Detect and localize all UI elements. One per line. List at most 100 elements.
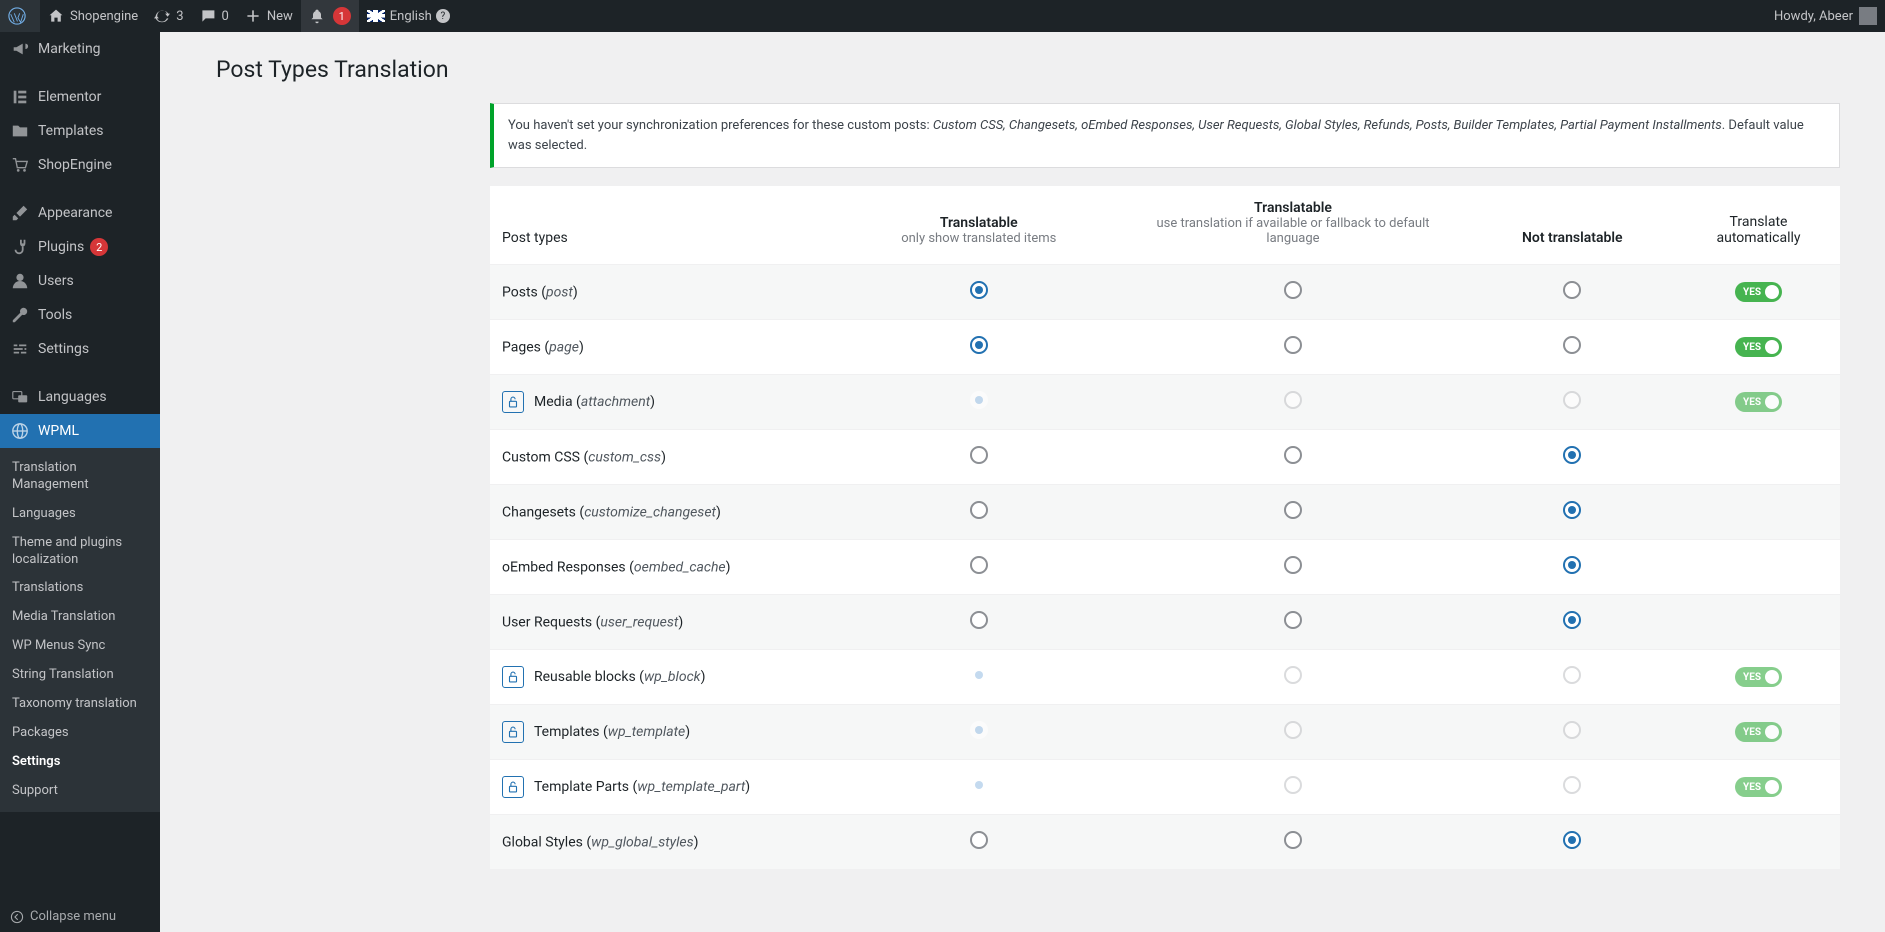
th-post-types: Post types xyxy=(502,230,568,246)
radio-option-1[interactable] xyxy=(1284,831,1302,849)
translate-auto-toggle: YES xyxy=(1735,722,1782,742)
th-col4-l1: Translate xyxy=(1730,214,1788,230)
table-row: Pages (page) YES xyxy=(490,320,1840,375)
updates-count: 3 xyxy=(176,9,183,24)
wp-logo[interactable] xyxy=(0,0,40,32)
th-col1-l1: Translatable xyxy=(849,215,1108,231)
submenu-item-wp-menus-sync[interactable]: WP Menus Sync xyxy=(0,632,160,661)
notif-badge: 1 xyxy=(333,7,351,25)
radio-option-2[interactable] xyxy=(1563,501,1581,519)
new-label: New xyxy=(267,9,293,24)
radio-option-0 xyxy=(970,776,988,794)
lock-icon xyxy=(502,391,524,413)
radio-option-0[interactable] xyxy=(970,831,988,849)
radio-option-1[interactable] xyxy=(1284,446,1302,464)
table-row: oEmbed Responses (oembed_cache) xyxy=(490,540,1840,595)
site-name-label: Shopengine xyxy=(70,9,138,24)
radio-option-2[interactable] xyxy=(1563,611,1581,629)
sidebar-item-wpml[interactable]: WPML xyxy=(0,414,160,448)
submenu-item-support[interactable]: Support xyxy=(0,777,160,806)
radio-option-2[interactable] xyxy=(1563,446,1581,464)
radio-option-1 xyxy=(1284,721,1302,739)
submenu-item-settings[interactable]: Settings xyxy=(0,748,160,777)
toggle-label: YES xyxy=(1743,727,1761,738)
radio-option-1 xyxy=(1284,391,1302,409)
sidebar-item-label: ShopEngine xyxy=(38,157,112,173)
radio-option-0[interactable] xyxy=(970,611,988,629)
sidebar-item-label: Settings xyxy=(38,341,89,357)
updates[interactable]: 3 xyxy=(146,0,191,32)
radio-option-1[interactable] xyxy=(1284,611,1302,629)
brush-icon xyxy=(10,204,30,222)
translate-auto-toggle: YES xyxy=(1735,777,1782,797)
submenu-item-languages[interactable]: Languages xyxy=(0,500,160,529)
submenu-item-string-translation[interactable]: String Translation xyxy=(0,661,160,690)
post-type-label: Pages (page) xyxy=(502,339,584,355)
comments[interactable]: 0 xyxy=(192,0,237,32)
post-type-label: Reusable blocks (wp_block) xyxy=(534,669,705,685)
radio-option-2 xyxy=(1563,391,1581,409)
translate-auto-toggle[interactable]: YES xyxy=(1735,337,1782,357)
language-label: English xyxy=(390,9,432,24)
submenu-item-translations[interactable]: Translations xyxy=(0,574,160,603)
folder-icon xyxy=(10,122,30,140)
sidebar-item-shopengine[interactable]: ShopEngine xyxy=(0,148,160,182)
toggle-knob xyxy=(1765,285,1779,299)
notice-text-list: Custom CSS, Changesets, oEmbed Responses… xyxy=(933,118,1722,133)
sidebar-item-elementor[interactable]: Elementor xyxy=(0,80,160,114)
submenu-item-translation-management[interactable]: Translation Management xyxy=(0,454,160,500)
my-account[interactable]: Howdy, Abeer xyxy=(1766,0,1885,32)
post-type-label: Media (attachment) xyxy=(534,394,655,410)
lock-icon xyxy=(502,666,524,688)
admin-sidebar: Marketing Elementor Templates ShopEngine App… xyxy=(0,32,160,932)
radio-option-1 xyxy=(1284,776,1302,794)
wrench-icon xyxy=(10,306,30,324)
sidebar-item-tools[interactable]: Tools xyxy=(0,298,160,332)
sidebar-item-languages[interactable]: Languages xyxy=(0,380,160,414)
sidebar-item-templates[interactable]: Templates xyxy=(0,114,160,148)
site-name[interactable]: Shopengine xyxy=(40,0,146,32)
table-row: Global Styles (wp_global_styles) xyxy=(490,815,1840,870)
translate-auto-toggle[interactable]: YES xyxy=(1735,282,1782,302)
radio-option-2[interactable] xyxy=(1563,336,1581,354)
radio-option-1[interactable] xyxy=(1284,281,1302,299)
help-icon: ? xyxy=(436,9,450,23)
radio-option-0[interactable] xyxy=(970,446,988,464)
toggle-knob xyxy=(1765,725,1779,739)
language-switcher[interactable]: English ? xyxy=(359,0,458,32)
lock-icon xyxy=(502,721,524,743)
radio-option-1[interactable] xyxy=(1284,336,1302,354)
radio-option-0 xyxy=(970,391,988,409)
radio-option-0[interactable] xyxy=(970,281,988,299)
submenu-item-packages[interactable]: Packages xyxy=(0,719,160,748)
submenu-item-taxonomy-translation[interactable]: Taxonomy translation xyxy=(0,690,160,719)
submenu-item-media-translation[interactable]: Media Translation xyxy=(0,603,160,632)
notifications[interactable]: 1 xyxy=(301,0,359,32)
collapse-menu[interactable]: Collapse menu xyxy=(0,901,160,932)
radio-option-1[interactable] xyxy=(1284,501,1302,519)
radio-option-1[interactable] xyxy=(1284,556,1302,574)
collapse-label: Collapse menu xyxy=(30,909,116,924)
sidebar-item-settings[interactable]: Settings xyxy=(0,332,160,366)
sidebar-item-marketing[interactable]: Marketing xyxy=(0,32,160,66)
sliders-icon xyxy=(10,340,30,358)
sidebar-item-label: Appearance xyxy=(38,205,112,221)
new-content[interactable]: New xyxy=(237,0,301,32)
radio-option-0[interactable] xyxy=(970,336,988,354)
table-row: Posts (post)YES xyxy=(490,265,1840,320)
radio-option-0[interactable] xyxy=(970,556,988,574)
toggle-label: YES xyxy=(1743,342,1761,353)
radio-option-0[interactable] xyxy=(970,501,988,519)
sidebar-item-label: Marketing xyxy=(38,41,101,57)
sidebar-item-users[interactable]: Users xyxy=(0,264,160,298)
sidebar-item-plugins[interactable]: Plugins2 xyxy=(0,230,160,264)
radio-option-2[interactable] xyxy=(1563,831,1581,849)
radio-option-2[interactable] xyxy=(1563,556,1581,574)
sidebar-item-appearance[interactable]: Appearance xyxy=(0,196,160,230)
th-col1-l2: only show translated items xyxy=(849,231,1108,246)
radio-option-2[interactable] xyxy=(1563,281,1581,299)
submenu-item-theme-and-plugins-localization[interactable]: Theme and plugins localization xyxy=(0,529,160,575)
plug-icon xyxy=(10,238,30,256)
post-type-label: User Requests (user_request) xyxy=(502,614,683,630)
sidebar-item-label: Templates xyxy=(38,123,104,139)
